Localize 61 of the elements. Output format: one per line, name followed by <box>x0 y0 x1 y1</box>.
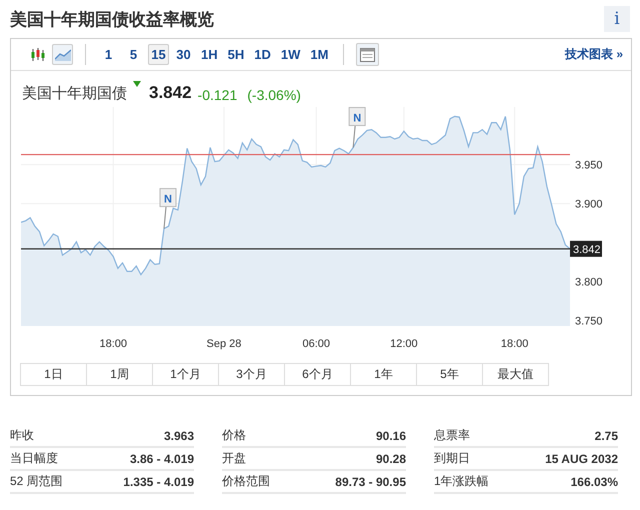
table-icon <box>360 48 376 62</box>
stat-label: 当日幅度 <box>10 450 58 467</box>
range-button[interactable]: 1个月 <box>152 363 219 386</box>
page-title: 美国十年期国债收益率概览 <box>10 8 214 30</box>
axis-label: 3.800 <box>575 276 603 289</box>
range-button[interactable]: 6个月 <box>284 363 351 386</box>
stat-label: 开盘 <box>222 450 246 467</box>
price-badge: 3.842 <box>570 240 602 257</box>
interval-button[interactable]: 15 <box>148 44 169 65</box>
line-chart-icon <box>54 48 70 60</box>
axis-label: 12:00 <box>390 338 418 350</box>
range-button[interactable]: 3个月 <box>218 363 285 386</box>
interval-button[interactable]: 1H <box>198 44 221 65</box>
stat-label: 昨收 <box>10 427 34 444</box>
news-flag[interactable]: N <box>160 188 177 230</box>
stat-label: 52 周范围 <box>10 473 63 490</box>
interval-button[interactable]: 5 <box>123 44 144 65</box>
annotation: N <box>164 194 172 206</box>
ref-line-label: 3.842 <box>573 244 601 256</box>
instrument-name: 美国十年期国债 <box>22 84 127 103</box>
price-value: 3.842 <box>149 83 192 103</box>
interval-button[interactable]: 1W <box>278 44 304 65</box>
stat-label: 息票率 <box>434 427 470 444</box>
annotation: N <box>353 112 362 125</box>
stat-label: 到期日 <box>434 450 470 467</box>
stat-label: 1年涨跌幅 <box>434 473 489 490</box>
news-flag[interactable]: N <box>348 107 366 148</box>
stat-value: 3.963 <box>164 428 194 442</box>
stat-value: 166.03% <box>570 474 618 488</box>
candlestick-icon <box>30 48 46 62</box>
stat-value: 15 AUG 2032 <box>545 452 618 466</box>
range-button[interactable]: 1日 <box>20 363 87 386</box>
range-button[interactable]: 1周 <box>86 363 153 386</box>
stat-label: 价格范围 <box>222 473 270 490</box>
interval-button[interactable]: 1D <box>251 44 274 65</box>
axis-label: 3.950 <box>575 160 603 172</box>
axis-label: 18:00 <box>500 338 528 350</box>
interval-button[interactable]: 30 <box>173 44 194 65</box>
technical-chart-link[interactable]: 技术图表 » <box>564 46 623 63</box>
axis-label: 06:00 <box>302 338 330 350</box>
info-button[interactable]: i <box>604 6 630 32</box>
range-button[interactable]: 5年 <box>416 363 483 386</box>
table-view-button[interactable] <box>356 43 380 66</box>
axis-label: 18:00 <box>100 338 128 350</box>
stat-value: 89.73 - 90.95 <box>335 474 406 488</box>
stat-value: 90.28 <box>376 452 406 466</box>
interval-button[interactable]: 1M <box>307 44 332 65</box>
axis-label: 3.900 <box>575 198 603 211</box>
range-button[interactable]: 1年 <box>350 363 417 386</box>
interval-button[interactable]: 5H <box>224 44 248 65</box>
stat-value: 2.75 <box>594 428 618 442</box>
range-button[interactable]: 最大值 <box>482 363 549 386</box>
stat-value: 1.335 - 4.019 <box>123 474 194 488</box>
stat-value: 90.16 <box>376 428 406 442</box>
stat-label: 价格 <box>222 427 246 444</box>
percent-change: (-3.06%) <box>247 87 301 103</box>
stat-value: 3.86 - 4.019 <box>130 452 194 466</box>
axis-label: 3.750 <box>575 316 603 328</box>
interval-button[interactable]: 1 <box>98 44 119 65</box>
price-change: -0.121 <box>198 87 238 103</box>
axis-label: Sep 28 <box>206 338 242 350</box>
